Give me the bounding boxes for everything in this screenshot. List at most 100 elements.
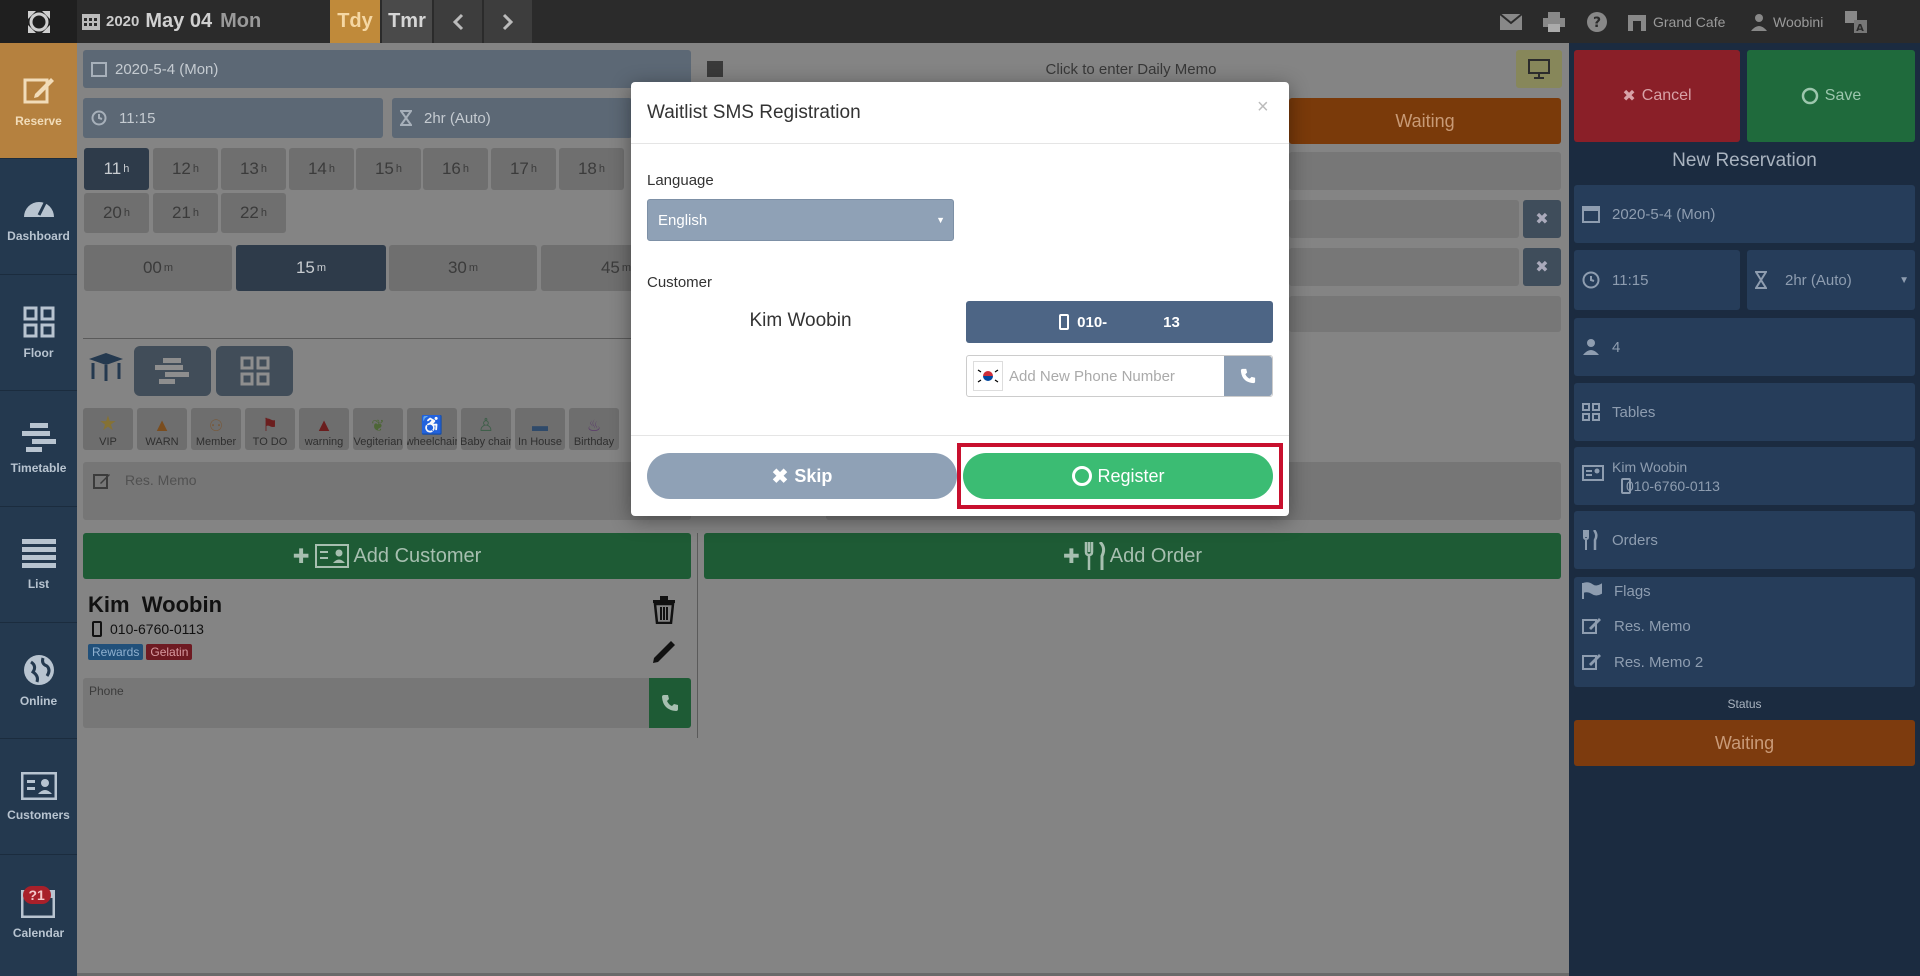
rp-party-size[interactable]: 4 — [1574, 318, 1915, 376]
mail-icon[interactable] — [1500, 0, 1522, 43]
add-customer-button[interactable]: ✚ Add Customer — [83, 533, 691, 579]
nav-timetable[interactable]: Timetable — [0, 391, 77, 507]
rp-orders[interactable]: Orders — [1574, 511, 1915, 569]
flag-vegetarian[interactable]: ❦ Vegiterian — [353, 408, 403, 450]
flag-birthday[interactable]: ♨ Birthday — [569, 408, 619, 450]
cancel-button[interactable]: ✖ Cancel — [1574, 50, 1740, 142]
nav-calendar[interactable]: ?1 Calendar — [0, 855, 77, 971]
hour-chip[interactable]: 16 h — [423, 148, 488, 190]
clear-button[interactable]: ✖ — [1523, 248, 1561, 286]
hour-chip[interactable]: 20 h — [84, 193, 149, 233]
plus-icon: ✚ — [1062, 545, 1080, 568]
reservation-field[interactable] — [1289, 248, 1519, 286]
close-icon: ✖ — [771, 465, 789, 488]
skip-button[interactable]: ✖ Skip — [647, 453, 957, 499]
minute-chip[interactable]: 15 m — [236, 245, 386, 291]
app-logo[interactable] — [0, 0, 77, 43]
phone-icon — [662, 695, 678, 711]
rp-date[interactable]: 2020-5-4 (Mon) — [1574, 185, 1915, 243]
date-display[interactable]: 2020 May 04 Mon — [82, 0, 261, 43]
hour-chip[interactable]: 12 h — [153, 148, 218, 190]
add-phone-field — [966, 355, 1273, 397]
res-memo-input[interactable]: Res. Memo — [83, 462, 691, 520]
rp-res-memo2[interactable]: Res. Memo 2 — [1582, 652, 1703, 672]
hour-chip[interactable]: 18 h — [559, 148, 624, 190]
nav-dashboard[interactable]: Dashboard — [0, 159, 77, 275]
clear-button[interactable]: ✖ — [1523, 200, 1561, 238]
nav-label: Customers — [7, 807, 70, 822]
help-icon[interactable]: ? — [1587, 0, 1607, 43]
minute-value: 15 — [295, 258, 315, 277]
flag-baby-chair[interactable]: ♙ Baby chair — [461, 408, 511, 450]
edit-customer-button[interactable] — [651, 637, 679, 670]
add-phone-input[interactable] — [1003, 356, 1203, 396]
flag-member[interactable]: ⚇ Member — [191, 408, 241, 450]
modal-close-button[interactable]: × — [1257, 96, 1269, 119]
minute-chip[interactable]: 30 m — [389, 245, 537, 291]
leaf-icon: ❦ — [371, 418, 385, 435]
status-waiting-button[interactable]: Waiting — [1289, 98, 1561, 144]
reservation-field[interactable] — [1289, 152, 1561, 190]
flag-warning[interactable]: ▲ warning — [299, 408, 349, 450]
nav-floor[interactable]: Floor — [0, 275, 77, 391]
today-button[interactable]: Tdy — [330, 0, 380, 43]
prev-day-button[interactable] — [434, 0, 482, 43]
tag-rewards: Rewards — [88, 644, 144, 660]
grid-view-button[interactable] — [216, 346, 293, 396]
tomorrow-button[interactable]: Tmr — [382, 0, 432, 43]
language-select[interactable]: English ▼ — [647, 199, 954, 241]
timeline-view-button[interactable] — [134, 346, 211, 396]
flag-vip[interactable]: ★ VIP — [83, 408, 133, 450]
rp-flags[interactable]: Flags — [1582, 581, 1651, 601]
user-name: Woobini — [1773, 13, 1824, 30]
nav-reserve[interactable]: Reserve — [0, 43, 77, 159]
user-menu[interactable]: Woobini — [1750, 0, 1823, 43]
flag-warn[interactable]: ▲ WARN — [137, 408, 187, 450]
delete-customer-button[interactable] — [651, 596, 677, 629]
hour-chip[interactable]: 14 h — [289, 148, 354, 190]
nav-online[interactable]: Online — [0, 623, 77, 739]
nav-list[interactable]: List — [0, 507, 77, 623]
time-select[interactable]: 11:15 — [83, 98, 383, 138]
rp-duration[interactable]: 2hr (Auto) ▼ — [1747, 250, 1915, 310]
next-day-button[interactable] — [484, 0, 532, 43]
flag-todo[interactable]: ⚑ TO DO — [245, 408, 295, 450]
nav-label: Timetable — [10, 460, 67, 475]
minute-chip[interactable]: 00 m — [84, 245, 232, 291]
language-value: English — [658, 211, 708, 229]
hour-chip[interactable]: 11 h — [84, 148, 149, 190]
store-selector[interactable]: Grand Cafe — [1627, 0, 1725, 43]
table-view-button[interactable] — [86, 346, 126, 386]
customer-label: Customer — [647, 274, 713, 291]
hour-chip[interactable]: 13 h — [221, 148, 286, 190]
date-select[interactable]: 2020-5-4 (Mon) — [83, 50, 691, 88]
duration-select[interactable]: 2hr (Auto) — [392, 98, 632, 138]
save-button[interactable]: Save — [1747, 50, 1915, 142]
rp-party-size-value: 4 — [1612, 338, 1621, 356]
rp-res-memo[interactable]: Res. Memo — [1582, 616, 1691, 636]
phone-number-button[interactable]: 010- 13 — [966, 301, 1273, 343]
hour-chip[interactable]: 17 h — [491, 148, 556, 190]
rp-date-value: 2020-5-4 (Mon) — [1612, 205, 1716, 223]
rp-tables[interactable]: Tables — [1574, 383, 1915, 441]
reservation-field[interactable] — [1289, 296, 1561, 332]
translate-icon[interactable]: A — [1845, 0, 1867, 43]
hour-chip[interactable]: 21 h — [153, 193, 218, 233]
korea-flag-icon[interactable] — [973, 361, 1003, 391]
nav-customers[interactable]: Customers — [0, 739, 77, 855]
cancel-label: Cancel — [1641, 87, 1692, 104]
customer-phone-field[interactable]: Phone — [83, 678, 691, 728]
print-icon[interactable] — [1543, 0, 1565, 43]
flag-wheelchair[interactable]: ♿ wheelchair — [407, 408, 457, 450]
hour-chip[interactable]: 22 h — [221, 193, 286, 233]
right-panel — [1569, 43, 1920, 976]
flag-in-house[interactable]: ▬ In House — [515, 408, 565, 450]
add-phone-call-button[interactable] — [1224, 356, 1272, 396]
rp-time[interactable]: 11:15 — [1574, 250, 1740, 310]
add-order-button[interactable]: ✚ Add Order — [704, 533, 1561, 579]
call-button[interactable] — [649, 678, 691, 728]
rp-status-button[interactable]: Waiting — [1574, 720, 1915, 766]
reservation-field[interactable] — [1289, 200, 1519, 238]
presentation-button[interactable] — [1516, 50, 1562, 88]
hour-chip[interactable]: 15 h — [356, 148, 421, 190]
